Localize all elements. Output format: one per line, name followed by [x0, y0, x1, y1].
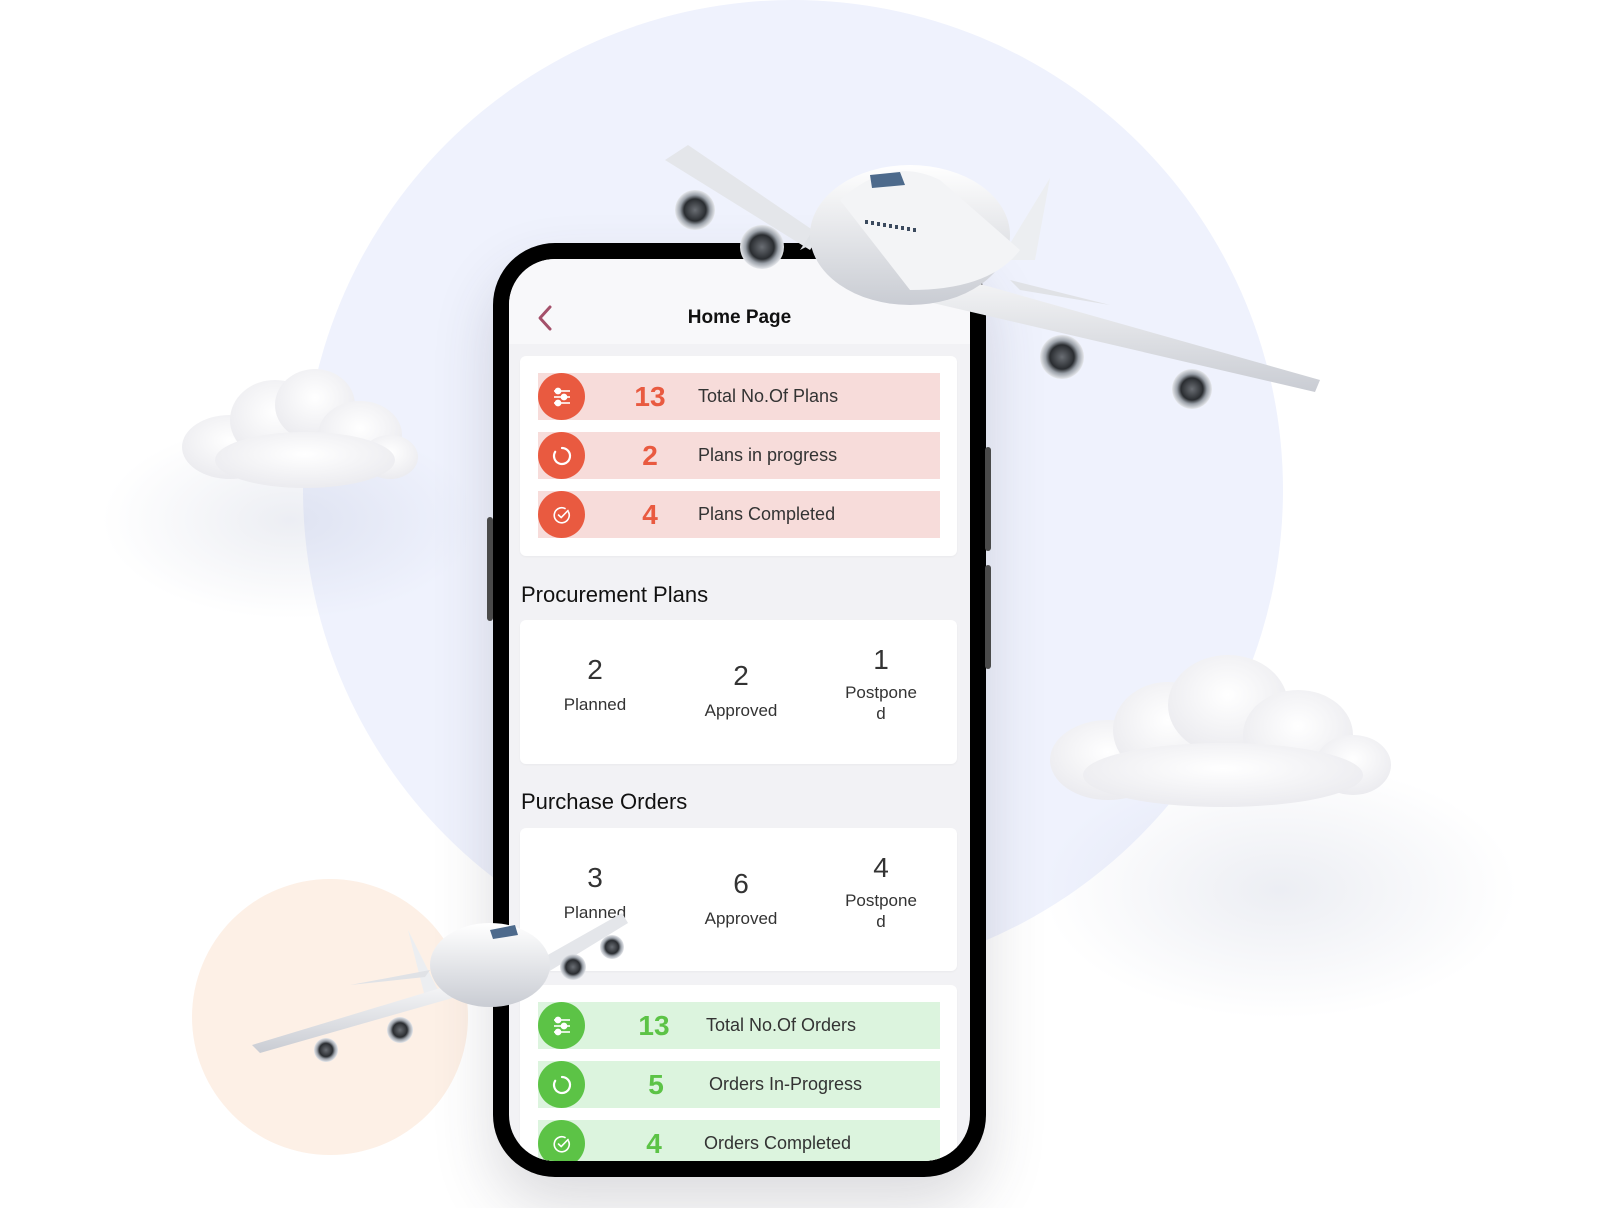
- sliders-icon: [538, 373, 585, 420]
- stat-label: Postponed: [845, 683, 917, 723]
- stat-label: Approved: [704, 909, 778, 928]
- stat-value: 4: [873, 852, 889, 883]
- procurement-planned-stat[interactable]: 2 Planned: [525, 654, 665, 715]
- stat-value: 6: [733, 868, 749, 899]
- plan-completed-row[interactable]: 4 Plans Completed: [538, 491, 940, 538]
- section-title-procurement-plans: Procurement Plans: [521, 582, 709, 607]
- plan-in-progress-row[interactable]: 2 Plans in progress: [538, 432, 940, 479]
- stat-label: Plans in progress: [698, 445, 838, 465]
- stat-label: Approved: [704, 701, 778, 720]
- stat-value: 1: [873, 644, 889, 675]
- stat-label: Planned: [563, 695, 627, 714]
- stat-value: 2: [733, 660, 749, 691]
- phone-volume-button: [985, 447, 991, 551]
- stat-label: Orders Completed: [704, 1133, 852, 1153]
- stat-label: Orders In-Progress: [709, 1074, 863, 1094]
- airplane-image-small: [250, 905, 635, 1065]
- section-title-purchase-orders: Purchase Orders: [521, 789, 688, 814]
- procurement-postponed-stat[interactable]: 1 Postponed: [811, 644, 951, 724]
- stat-value: 4: [646, 1128, 662, 1159]
- progress-circle-icon: [538, 432, 585, 479]
- stat-value: 2: [642, 440, 658, 471]
- phone-volume-button: [985, 565, 991, 669]
- stat-value: 5: [648, 1069, 664, 1100]
- airplane-image-large: [660, 140, 1330, 420]
- phone-side-button: [487, 517, 493, 621]
- orders-postponed-stat[interactable]: 4 Postponed: [811, 852, 951, 932]
- stat-value: 3: [587, 862, 603, 893]
- order-completed-row[interactable]: 4 Orders Completed: [538, 1120, 940, 1161]
- procurement-plans-card: 2 Planned 2 Approved 1 Postponed: [520, 620, 957, 764]
- cloud-image-left: [175, 365, 420, 495]
- check-circle-icon: [538, 1120, 585, 1161]
- progress-circle-icon: [538, 1061, 585, 1108]
- stat-value: 4: [642, 499, 658, 530]
- stat-label: Postponed: [845, 891, 917, 931]
- stat-label: Plans Completed: [698, 504, 836, 524]
- stat-value: 2: [587, 654, 603, 685]
- procurement-approved-stat[interactable]: 2 Approved: [671, 660, 811, 721]
- orders-approved-stat[interactable]: 6 Approved: [671, 868, 811, 929]
- check-circle-icon: [538, 491, 585, 538]
- stat-label: Total No.Of Orders: [706, 1015, 857, 1035]
- order-in-progress-row[interactable]: 5 Orders In-Progress: [538, 1061, 940, 1108]
- cloud-image-right: [1048, 650, 1393, 810]
